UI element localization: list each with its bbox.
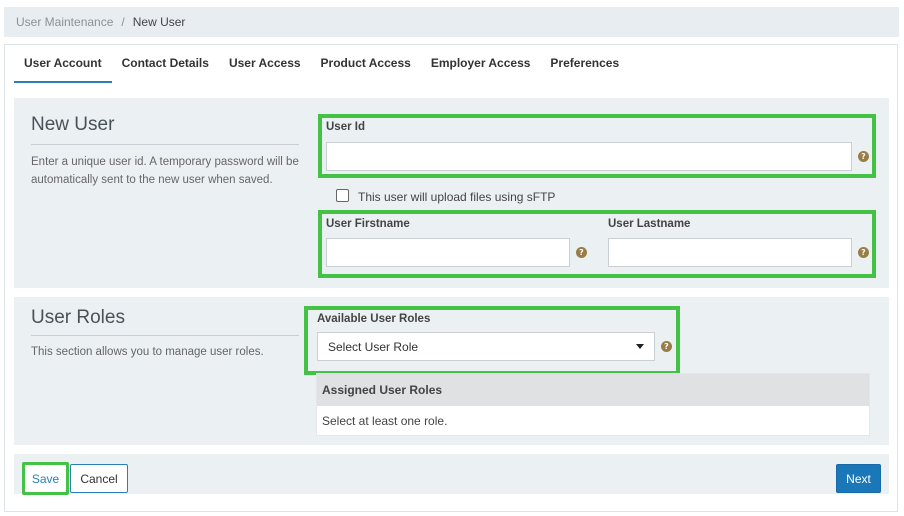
user-firstname-help-icon[interactable]: ?	[576, 247, 587, 258]
user-firstname-input[interactable]	[326, 238, 570, 267]
assigned-roles-header: Assigned User Roles	[317, 374, 869, 406]
user-role-select[interactable]: Select User Role	[317, 332, 655, 361]
tab-user-account[interactable]: User Account	[14, 55, 112, 83]
tab-bar: User Account Contact Details User Access…	[14, 55, 629, 85]
form-footer: Save Cancel Next	[14, 454, 889, 495]
new-user-section: New User Enter a unique user id. A tempo…	[14, 98, 889, 288]
user-lastname-input[interactable]	[608, 238, 852, 267]
user-id-label: User Id	[326, 121, 365, 133]
tab-user-access[interactable]: User Access	[219, 55, 311, 83]
user-id-help-icon[interactable]: ?	[858, 151, 869, 162]
user-role-select-value: Select User Role	[328, 339, 419, 354]
tab-product-access[interactable]: Product Access	[311, 55, 421, 83]
available-roles-label: Available User Roles	[317, 313, 431, 325]
caret-down-icon	[636, 344, 644, 349]
tab-contact-details[interactable]: Contact Details	[112, 55, 219, 83]
new-user-description: Enter a unique user id. A temporary pass…	[31, 156, 299, 186]
breadcrumb-separator: /	[121, 15, 125, 29]
user-roles-section: User Roles This section allows you to ma…	[14, 297, 889, 445]
save-button[interactable]: Save	[22, 462, 69, 495]
user-roles-divider	[31, 335, 299, 336]
next-button[interactable]: Next	[836, 464, 881, 493]
sftp-checkbox[interactable]	[336, 189, 349, 202]
breadcrumb: User Maintenance / New User	[4, 7, 899, 37]
cancel-button[interactable]: Cancel	[70, 464, 128, 493]
breadcrumb-parent-link[interactable]: User Maintenance	[16, 15, 113, 29]
user-roles-title: User Roles	[31, 307, 125, 328]
user-roles-description: This section allows you to manage user r…	[31, 346, 264, 358]
tab-employer-access[interactable]: Employer Access	[421, 55, 541, 83]
assigned-roles-empty-message: Select at least one role.	[322, 414, 448, 428]
tab-preferences[interactable]: Preferences	[540, 55, 629, 83]
new-user-divider	[31, 144, 299, 145]
user-id-input[interactable]	[326, 142, 852, 171]
new-user-title: New User	[31, 114, 115, 135]
user-form-card: User Account Contact Details User Access…	[4, 44, 898, 512]
user-lastname-label: User Lastname	[608, 218, 691, 230]
user-firstname-label: User Firstname	[326, 218, 410, 230]
user-role-help-icon[interactable]: ?	[661, 341, 672, 352]
sftp-checkbox-label: This user will upload files using sFTP	[358, 190, 556, 204]
user-lastname-help-icon[interactable]: ?	[858, 247, 869, 258]
assigned-roles-table: Assigned User Roles Select at least one …	[316, 373, 870, 436]
breadcrumb-current: New User	[132, 15, 186, 29]
